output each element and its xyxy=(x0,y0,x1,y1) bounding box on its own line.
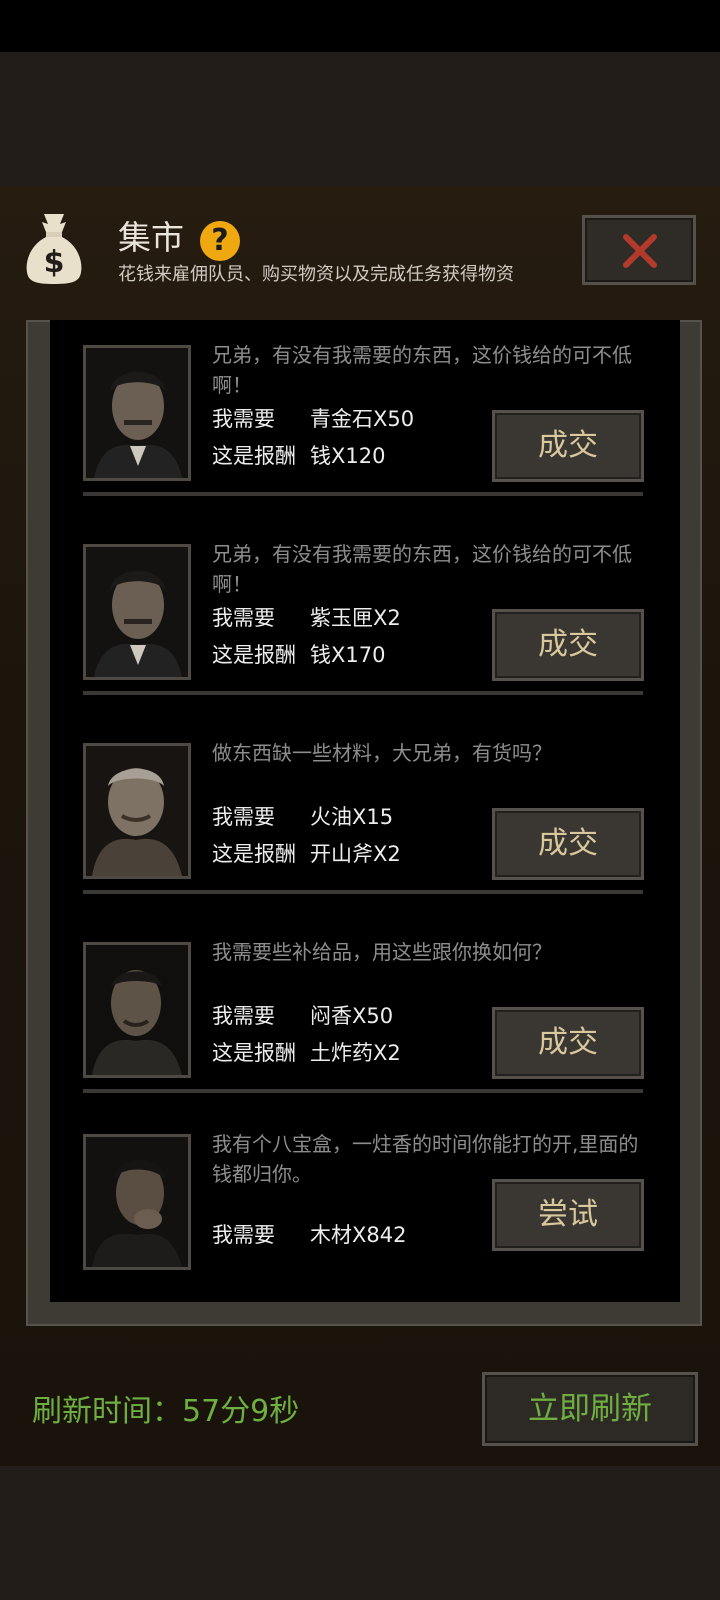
trade-card: 做东西缺一些材料，大兄弟，有货吗？ 我需要 火油X15 这是报酬 开山斧X2 成… xyxy=(50,718,680,918)
card-divider xyxy=(83,492,643,496)
deal-button[interactable]: 成交 xyxy=(492,410,644,482)
reward-label: 这是报酬 xyxy=(212,643,296,667)
refresh-timer: 刷新时间：57分9秒 xyxy=(32,1394,300,1429)
card-divider xyxy=(83,691,643,695)
young-man-portrait xyxy=(83,1134,191,1270)
man-mustache-portrait xyxy=(83,345,191,481)
reward-value: 土炸药X2 xyxy=(310,1041,401,1065)
reward-value: 开山斧X2 xyxy=(310,842,401,866)
page-subtitle: 花钱来雇佣队员、购买物资以及完成任务获得物资 xyxy=(118,264,514,285)
page-title: 集市 xyxy=(118,218,184,257)
svg-text:$: $ xyxy=(44,245,65,280)
deal-button[interactable]: 成交 xyxy=(492,808,644,880)
close-icon xyxy=(623,234,657,268)
card-divider xyxy=(83,890,643,894)
need-value: 闷香X50 xyxy=(310,1004,394,1028)
trade-dialogue: 兄弟，有没有我需要的东西，这价钱给的可不低啊！ xyxy=(212,343,632,397)
need-value: 木材X842 xyxy=(310,1223,407,1247)
need-label: 我需要 xyxy=(212,1223,275,1247)
trade-list[interactable]: 兄弟，有没有我需要的东西，这价钱给的可不低啊！ 我需要 青金石X50 这是报酬 … xyxy=(50,320,680,1302)
trade-dialogue: 兄弟，有没有我需要的东西，这价钱给的可不低啊！ xyxy=(212,542,632,596)
need-label: 我需要 xyxy=(212,606,275,630)
try-button[interactable]: 尝试 xyxy=(492,1179,644,1251)
need-value: 火油X15 xyxy=(310,805,394,829)
deal-button[interactable]: 成交 xyxy=(492,609,644,681)
need-value: 紫玉匣X2 xyxy=(310,606,401,630)
need-label: 我需要 xyxy=(212,805,275,829)
rough-man-portrait xyxy=(83,942,191,1078)
refresh-now-button[interactable]: 立即刷新 xyxy=(482,1372,698,1446)
card-divider xyxy=(83,1089,643,1093)
trade-dialogue: 我需要些补给品，用这些跟你换如何？ xyxy=(212,940,552,964)
reward-label: 这是报酬 xyxy=(212,842,296,866)
help-icon[interactable]: ? xyxy=(200,221,240,261)
deal-button[interactable]: 成交 xyxy=(492,1007,644,1079)
trade-card: 我有个八宝盒，一炷香的时间你能打的开,里面的钱都归你。 我需要 木材X842 尝… xyxy=(50,1109,680,1302)
need-label: 我需要 xyxy=(212,407,275,431)
old-man-portrait xyxy=(83,743,191,879)
reward-label: 这是报酬 xyxy=(212,444,296,468)
trade-dialogue: 做东西缺一些材料，大兄弟，有货吗？ xyxy=(212,741,552,765)
need-label: 我需要 xyxy=(212,1004,275,1028)
trade-card: 我需要些补给品，用这些跟你换如何？ 我需要 闷香X50 这是报酬 土炸药X2 成… xyxy=(50,917,680,1117)
trade-card: 兄弟，有没有我需要的东西，这价钱给的可不低啊！ 我需要 青金石X50 这是报酬 … xyxy=(50,320,680,520)
reward-label: 这是报酬 xyxy=(212,1041,296,1065)
need-value: 青金石X50 xyxy=(310,407,415,431)
reward-value: 钱X120 xyxy=(310,444,386,468)
man-mustache-portrait xyxy=(83,544,191,680)
status-bar xyxy=(0,0,720,52)
close-button[interactable] xyxy=(582,215,696,285)
reward-value: 钱X170 xyxy=(310,643,386,667)
money-bag-icon: $ xyxy=(26,214,82,284)
trade-card: 兄弟，有没有我需要的东西，这价钱给的可不低啊！ 我需要 紫玉匣X2 这是报酬 钱… xyxy=(50,519,680,719)
